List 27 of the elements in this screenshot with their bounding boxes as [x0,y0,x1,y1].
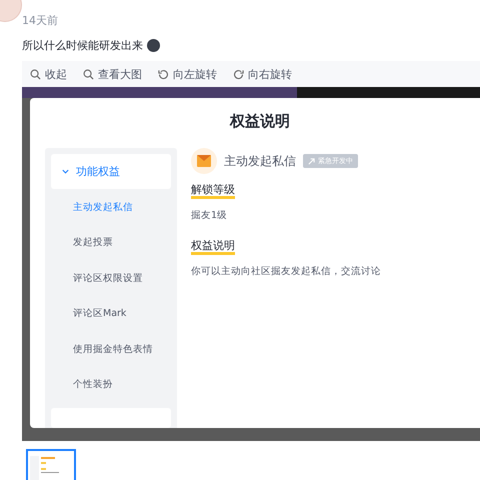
section-heading: 解锁等级 [191,184,235,199]
search-icon [83,68,94,80]
sidebar-item[interactable]: 评论区Mark [51,296,171,332]
search-icon [30,68,41,80]
post-time: 14天前 [22,14,58,28]
rotate-left-icon [158,68,169,80]
content-title: 主动发起私信 [224,152,296,170]
dialog-title: 权益说明 [228,111,291,132]
sidebar-item[interactable]: 发起投票 [51,224,171,260]
toolbar-button[interactable]: 收起 [30,66,67,82]
sidebar-group[interactable]: 功能权益 [51,154,171,190]
section-heading: 权益说明 [191,240,235,255]
sidebar-item[interactable]: 主动发起私信 [51,189,171,225]
toolbar-button[interactable]: 向右旋转 [233,66,292,82]
sidebar-item[interactable]: 使用掘金特色表情 [51,331,171,367]
section-text: 你可以主动向社区掘友发起私信，交流讨论 [191,265,381,278]
sidebar-item[interactable]: 评论区权限设置 [51,260,171,296]
toolbar-button[interactable]: 查看大图 [83,66,142,82]
emoji-icon [147,39,160,52]
comment-text: 所以什么时候能研发出来 [22,38,143,53]
envelope-icon [191,148,217,174]
toolbar-button[interactable]: 向左旋转 [158,66,217,82]
image-thumbnail[interactable] [26,449,76,480]
rotate-right-icon [233,68,244,80]
sidebar-item[interactable]: 个性装扮 [51,366,171,402]
section-text: 掘友1级 [191,209,228,222]
chevron-icon [61,167,70,176]
